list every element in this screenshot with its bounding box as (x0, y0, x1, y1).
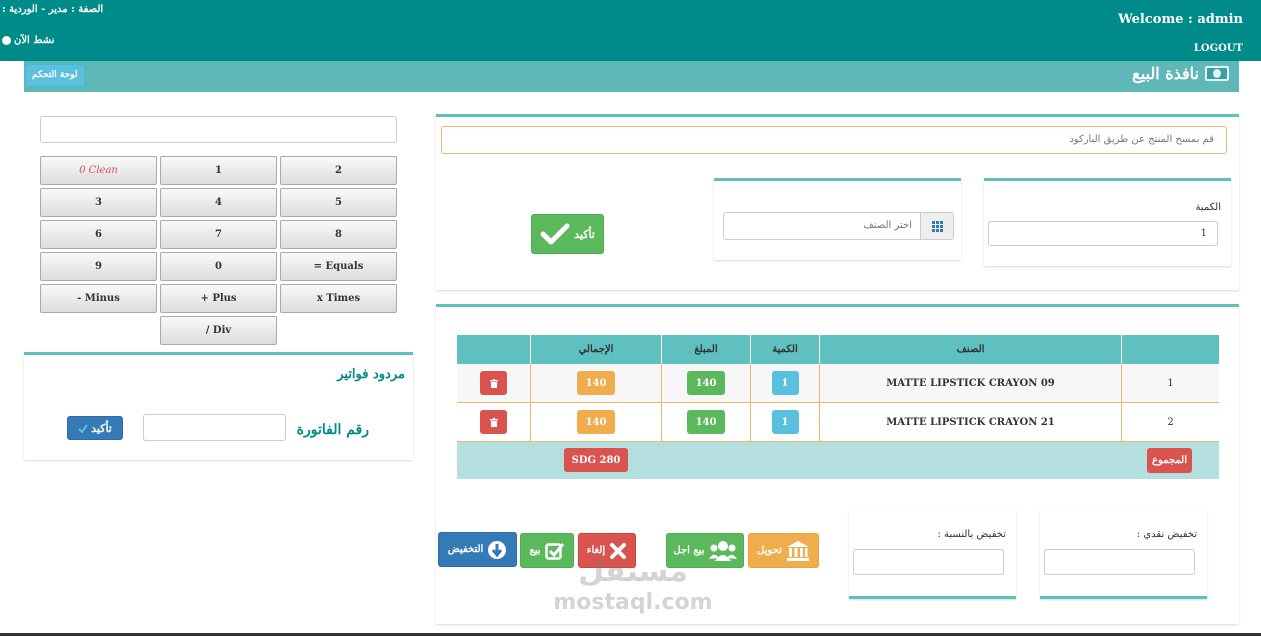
row-qty-badge[interactable]: 1 (771, 371, 799, 395)
key-times[interactable]: x Times (280, 284, 397, 313)
key-2[interactable]: 2 (280, 156, 397, 185)
percent-discount-box: تخفيض بالنسبة : (849, 509, 1016, 599)
returns-heading: مردود فواتير (337, 367, 405, 382)
trash-icon (489, 378, 498, 388)
key-minus[interactable]: - Minus (40, 284, 157, 313)
role-shift-label: الصفة : مدير - الوردية : (2, 4, 104, 15)
grand-total-badge: SDG 280 (564, 448, 628, 472)
key-equals[interactable]: = Equals (280, 252, 397, 281)
row-qty-cell: 1 (750, 364, 819, 402)
online-status: نشط الآن (2, 35, 55, 46)
discount-label: التخفيض (447, 544, 484, 555)
key-0[interactable]: 0 (160, 252, 277, 281)
watermark-latin: mostaql.com (553, 590, 713, 615)
key-1[interactable]: 1 (160, 156, 277, 185)
welcome-text: Welcome : admin (1118, 12, 1243, 27)
watermark-logo: مستقل mostaql.com (548, 555, 718, 625)
logout-link[interactable]: LOGOUT (1194, 43, 1243, 54)
row-total-badge: 140 (577, 371, 615, 395)
page-title: نافذة البيع (1132, 64, 1229, 83)
cash-discount-box: تخفيض نقدي : (1040, 509, 1207, 599)
returns-confirm-button[interactable]: تأكيد (67, 416, 123, 440)
key-plus[interactable]: + Plus (160, 284, 277, 313)
online-dot-icon (2, 36, 11, 45)
quantity-input[interactable]: 1 (988, 221, 1218, 246)
key-div[interactable]: / Div (160, 316, 277, 345)
row-amount-badge: 140 (687, 371, 725, 395)
barcode-input[interactable]: قم بمسح المنتج عن طريق الباركود (441, 126, 1227, 154)
transfer-button[interactable]: تحويل (748, 533, 819, 568)
row-delete-cell (457, 364, 530, 402)
column-header-item: الصنف (819, 335, 1121, 364)
cart-table-footer: SDG 280 المجموع (457, 442, 1219, 479)
control-panel-button[interactable]: لوحة التحكم (25, 64, 85, 87)
item-select-input[interactable]: اختر الصنف (723, 212, 921, 240)
discount-button[interactable]: التخفيض (438, 532, 517, 567)
row-delete-button[interactable] (480, 371, 507, 395)
column-header-amount: المبلغ (661, 335, 750, 364)
bank-icon (786, 540, 809, 561)
percent-discount-label: تخفيض بالنسبة : (937, 529, 1007, 540)
key-3[interactable]: 3 (40, 188, 157, 217)
row-amount-badge: 140 (687, 410, 725, 434)
table-row: 1 MATTE LIPSTICK CRAYON 09 1 140 140 (457, 364, 1219, 403)
row-total-cell: 140 (530, 364, 661, 402)
invoice-number-input[interactable] (143, 414, 286, 441)
row-item-name: MATTE LIPSTICK CRAYON 21 (819, 403, 1121, 441)
invoice-number-label: رقم الفاتورة (296, 422, 369, 438)
column-header-index (1121, 335, 1219, 364)
row-delete-cell (457, 403, 530, 441)
add-item-confirm-button[interactable]: تأكيد (531, 214, 604, 254)
row-amount-cell: 140 (661, 364, 750, 402)
key-6[interactable]: 6 (40, 220, 157, 249)
item-grid-button[interactable] (921, 212, 954, 240)
table-row: 2 MATTE LIPSTICK CRAYON 21 1 140 140 (457, 403, 1219, 442)
top-bar: الصفة : مدير - الوردية : نشط الآن Welcom… (0, 0, 1261, 61)
sell-label: بيع (529, 545, 541, 556)
title-bar: لوحة التحكم نافذة البيع (24, 61, 1239, 92)
column-header-actions (457, 335, 530, 364)
row-amount-cell: 140 (661, 403, 750, 441)
column-header-total: الإجمالي (530, 335, 661, 364)
key-9[interactable]: 9 (40, 252, 157, 281)
sum-button[interactable]: المجموع (1147, 448, 1192, 473)
returns-confirm-label: تأكيد (91, 421, 112, 435)
row-qty-cell: 1 (750, 403, 819, 441)
row-item-name: MATTE LIPSTICK CRAYON 09 (819, 364, 1121, 402)
key-clean[interactable]: 0 Clean (40, 156, 157, 185)
column-header-qty: الكمية (750, 335, 819, 364)
quantity-box: الكمية 1 (984, 178, 1231, 266)
cash-icon (1205, 66, 1229, 81)
check-icon (78, 423, 88, 433)
key-7[interactable]: 7 (160, 220, 277, 249)
item-select-box: اختر الصنف (714, 178, 961, 260)
row-total-cell: 140 (530, 403, 661, 441)
add-item-confirm-label: تأكيد (574, 227, 595, 241)
key-8[interactable]: 8 (280, 220, 397, 249)
page-title-text: نافذة البيع (1132, 64, 1199, 83)
online-status-label: نشط الآن (14, 35, 55, 46)
grid-icon (931, 220, 943, 232)
row-index: 2 (1121, 403, 1219, 441)
cart-table: الصنف الكمية المبلغ الإجمالي 1 MATTE LIP… (457, 335, 1219, 479)
cash-discount-label: تخفيض نقدي : (1136, 529, 1197, 540)
invoice-returns-panel: مردود فواتير رقم الفاتورة تأكيد (24, 352, 413, 460)
key-5[interactable]: 5 (280, 188, 397, 217)
row-total-badge: 140 (577, 410, 615, 434)
cash-discount-input[interactable] (1044, 549, 1195, 575)
calculator-display[interactable] (40, 116, 397, 143)
watermark-arabic: مستقل (578, 554, 688, 589)
percent-discount-input[interactable] (853, 549, 1004, 575)
row-delete-button[interactable] (480, 410, 507, 434)
cart-table-header: الصنف الكمية المبلغ الإجمالي (457, 335, 1219, 364)
quantity-label: الكمية (1195, 202, 1221, 213)
transfer-label: تحويل (757, 545, 782, 556)
check-icon (540, 223, 570, 245)
arrow-down-icon (488, 540, 507, 559)
row-index: 1 (1121, 364, 1219, 402)
key-4[interactable]: 4 (160, 188, 277, 217)
row-qty-badge[interactable]: 1 (771, 410, 799, 434)
trash-icon (489, 417, 498, 427)
